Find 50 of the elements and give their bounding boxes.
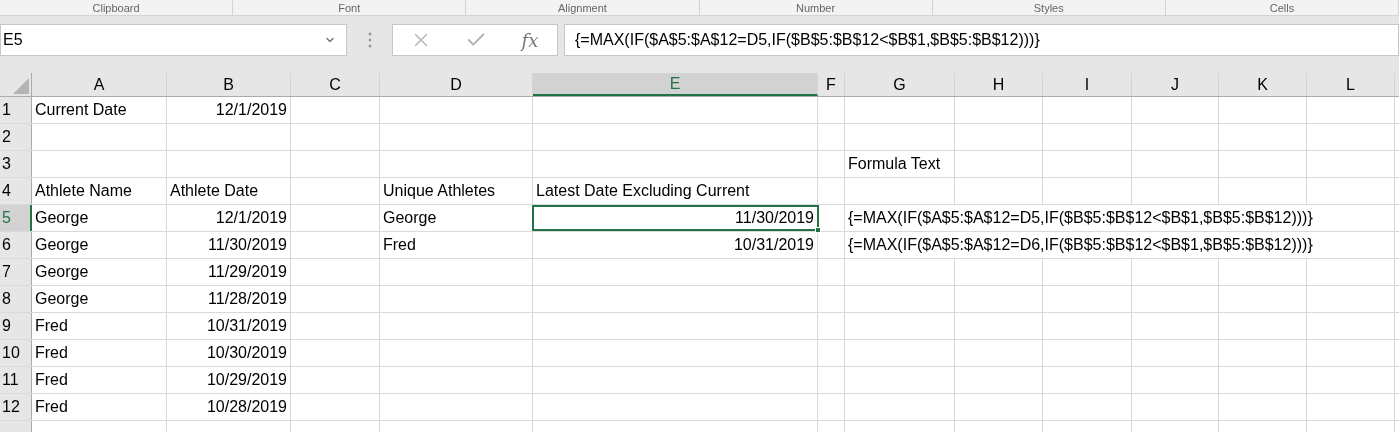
cell-text: 10/30/2019 (205, 343, 288, 363)
cell-text: 10/31/2019 (732, 235, 815, 255)
cell-text: {=MAX(IF($A$5:$A$12=D6,IF($B$5:$B$12<$B$1,$B$5:$B$12)))} (845, 232, 1316, 258)
ribbon-group-label: Number (796, 1, 836, 14)
cell-text: {=MAX(IF($A$5:$A$12=D5,IF($B$5:$B$12<$B$1,$B$5:$B$12)))} (845, 205, 1316, 231)
cell-text: 11/29/2019 (207, 262, 288, 282)
ribbon-group-label: Font (338, 1, 361, 14)
cell-text: 11/28/2019 (207, 289, 288, 309)
row-header[interactable]: 12 (0, 394, 32, 420)
row-header[interactable]: 4 (0, 178, 32, 204)
column-header[interactable]: L (1307, 73, 1395, 96)
row-header[interactable]: 3 (0, 151, 32, 177)
column-header[interactable]: C (291, 73, 380, 96)
ribbon-group-label: Styles (1033, 1, 1064, 14)
row-header[interactable]: 10 (0, 340, 32, 366)
row-header[interactable] (0, 421, 32, 432)
active-cell[interactable]: 11/30/2019 (532, 205, 819, 231)
cell-text: 10/28/2019 (205, 397, 288, 417)
column-header[interactable]: F (818, 73, 845, 96)
row-header[interactable]: 7 (0, 259, 32, 285)
ribbon-group-label: Alignment (557, 1, 607, 14)
fill-handle-icon[interactable] (815, 227, 821, 233)
column-header[interactable]: K (1219, 73, 1307, 96)
column-header[interactable]: A (32, 73, 167, 96)
cell-text: 10/29/2019 (205, 370, 288, 390)
row-header[interactable]: 5 (0, 205, 32, 231)
row-header[interactable]: 9 (0, 313, 32, 339)
cell-text: 11/30/2019 (207, 235, 288, 255)
cell-text: 12/1/2019 (214, 208, 288, 228)
column-header[interactable]: J (1132, 73, 1219, 96)
row-header[interactable]: 8 (0, 286, 32, 312)
column-header[interactable]: I (1043, 73, 1132, 96)
row-header[interactable]: 11 (0, 367, 32, 393)
row-header[interactable]: 6 (0, 232, 32, 258)
ribbon-group-label: Cells (1269, 1, 1295, 14)
cell-reference: E5 (3, 30, 23, 50)
formula-field[interactable]: {=MAX(IF($A$5:$A$12=D5,IF($B$5:$B$12<$B$1,$B$5:$B$12)))} (564, 24, 1399, 56)
column-header[interactable]: H (955, 73, 1043, 96)
column-header[interactable]: G (845, 73, 955, 96)
ribbon-group-label: Clipboard (92, 1, 140, 14)
select-all-icon[interactable] (13, 78, 29, 94)
column-header[interactable]: B (167, 73, 291, 96)
grip-dots-icon (367, 32, 372, 48)
cell-text: 10/31/2019 (205, 316, 288, 336)
row-header[interactable]: 2 (0, 124, 32, 150)
name-box[interactable]: E5 (0, 24, 347, 56)
insert-function-button[interactable]: fx (519, 26, 541, 54)
cell-text: 12/1/2019 (214, 100, 288, 120)
column-header[interactable]: E (533, 73, 818, 96)
row-header[interactable]: 1 (0, 97, 32, 123)
